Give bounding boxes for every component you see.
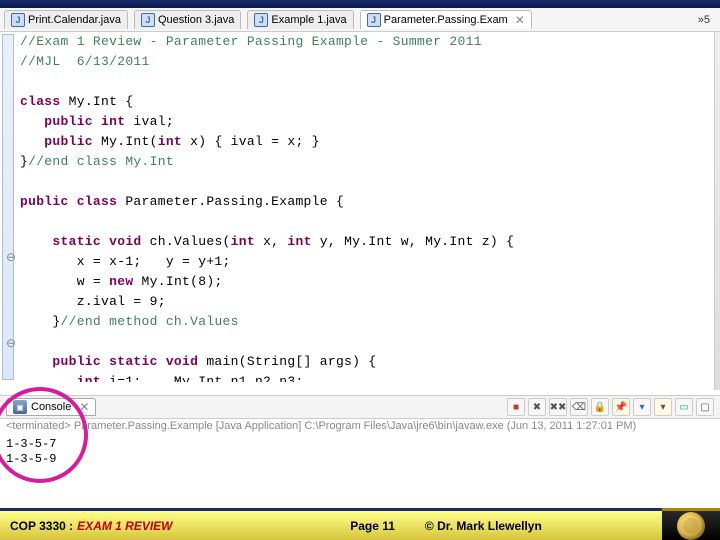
review-label: EXAM 1 REVIEW — [77, 519, 172, 533]
clear-console-icon[interactable]: ⌫ — [570, 398, 588, 416]
java-icon: J — [254, 13, 268, 27]
footer-mid: Page 11 © Dr. Mark Llewellyn — [230, 508, 662, 540]
tab-parameterpassing[interactable]: J Parameter.Passing.Exam ✕ — [360, 10, 532, 29]
close-icon[interactable]: ✕ — [515, 13, 525, 27]
editor-gutter — [2, 34, 14, 380]
window-top-border — [0, 0, 720, 8]
console-icon: ▣ — [13, 400, 27, 414]
pin-console-icon[interactable]: 📌 — [612, 398, 630, 416]
slide-footer: COP 3330 : EXAM 1 REVIEW Page 11 © Dr. M… — [0, 508, 720, 540]
console-toolbar: ■ ✖ ✖✖ ⌫ 🔒 📌 ▾ ▾ ▭ ▢ — [507, 398, 714, 416]
ucf-logo — [677, 512, 705, 540]
console-status: <terminated> Parameter.Passing.Example [… — [6, 420, 714, 432]
footer-right — [662, 508, 720, 540]
terminate-icon[interactable]: ■ — [507, 398, 525, 416]
fold-marker-icon[interactable]: ⊖ — [6, 336, 16, 350]
remove-terminated-icon[interactable]: ✖ — [528, 398, 546, 416]
footer-left: COP 3330 : EXAM 1 REVIEW — [0, 508, 230, 540]
tab-label: Question 3.java — [158, 14, 234, 26]
minimize-icon[interactable]: ▭ — [675, 398, 693, 416]
java-icon: J — [11, 13, 25, 27]
scroll-lock-icon[interactable]: 🔒 — [591, 398, 609, 416]
overflow-chevron-icon[interactable]: »5 — [692, 14, 716, 26]
page-number: Page 11 — [350, 519, 395, 533]
maximize-icon[interactable]: ▢ — [696, 398, 714, 416]
tab-label: Print.Calendar.java — [28, 14, 121, 26]
display-selected-icon[interactable]: ▾ — [633, 398, 651, 416]
course-code: COP 3330 : — [10, 519, 73, 533]
code-editor[interactable]: //Exam 1 Review - Parameter Passing Exam… — [20, 32, 714, 382]
console-tab[interactable]: ▣ Console ✕ — [6, 398, 96, 416]
tab-printcalendar[interactable]: J Print.Calendar.java — [4, 10, 128, 29]
tab-question3[interactable]: J Question 3.java — [134, 10, 241, 29]
tab-label: Parameter.Passing.Exam — [384, 14, 508, 26]
open-console-icon[interactable]: ▾ — [654, 398, 672, 416]
close-icon[interactable]: ✕ — [79, 400, 89, 414]
console-bar: ▣ Console ✕ ■ ✖ ✖✖ ⌫ 🔒 📌 ▾ ▾ ▭ ▢ — [0, 395, 720, 419]
java-icon: J — [367, 13, 381, 27]
tab-example1[interactable]: J Example 1.java — [247, 10, 353, 29]
vertical-scrollbar[interactable] — [714, 32, 720, 390]
console-output: 1-3-5-7 1-3-5-9 — [6, 437, 56, 467]
credit: © Dr. Mark Llewellyn — [425, 519, 542, 533]
remove-all-icon[interactable]: ✖✖ — [549, 398, 567, 416]
console-title: Console — [31, 401, 71, 413]
fold-marker-icon[interactable]: ⊖ — [6, 250, 16, 264]
editor-tabs: J Print.Calendar.java J Question 3.java … — [0, 8, 720, 32]
java-icon: J — [141, 13, 155, 27]
tab-label: Example 1.java — [271, 14, 346, 26]
